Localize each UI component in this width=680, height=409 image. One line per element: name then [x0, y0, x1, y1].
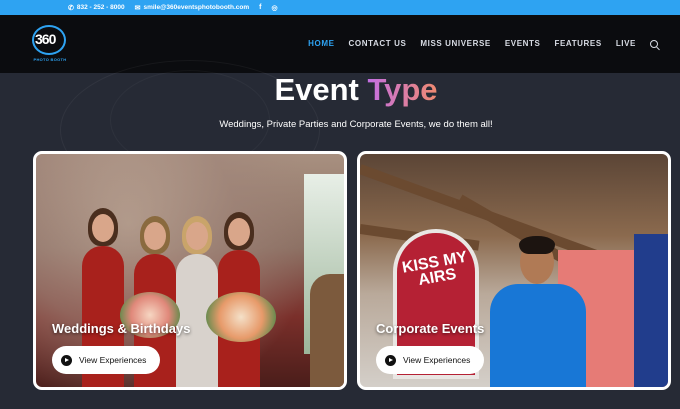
facebook-icon[interactable]: f [259, 4, 261, 11]
section-title: Event Type [0, 72, 680, 108]
top-bar: ✆ 832 - 252 - 8000 ✉ smile@360eventsphot… [0, 0, 680, 15]
phone-contact[interactable]: ✆ 832 - 252 - 8000 [68, 4, 125, 12]
nav-home[interactable]: HOME [308, 39, 334, 48]
mail-icon: ✉ [134, 4, 141, 12]
nav-live[interactable]: LIVE [616, 39, 636, 48]
sign-text: KISS MY AIRS [400, 248, 469, 290]
nav-miss-universe[interactable]: MISS UNIVERSE [420, 39, 490, 48]
photo-person-hair [519, 236, 555, 254]
email-address: smile@360eventsphotobooth.com [143, 4, 250, 11]
nav-events[interactable]: EVENTS [505, 39, 541, 48]
section-subtitle: Weddings, Private Parties and Corporate … [219, 119, 493, 130]
button-label: View Experiences [79, 355, 147, 365]
photo-bouquet [206, 292, 276, 342]
play-icon [61, 354, 72, 366]
photo-person [490, 284, 586, 387]
instagram-icon[interactable]: ◎ [271, 4, 277, 12]
button-label: View Experiences [403, 355, 471, 365]
title-main: Event [274, 72, 359, 107]
phone-icon: ✆ [68, 4, 74, 12]
nav-features[interactable]: FEATURES [554, 39, 601, 48]
logo-tagline: PHOTO BOOTH [33, 57, 67, 62]
search-icon[interactable] [650, 39, 658, 48]
view-experiences-button[interactable]: View Experiences [52, 346, 160, 374]
logo[interactable]: 360 PHOTO BOOTH [30, 25, 68, 63]
nav-contact-us[interactable]: CONTACT US [349, 39, 407, 48]
card-weddings[interactable]: Weddings & Birthdays View Experiences [33, 151, 347, 390]
card-corporate[interactable]: KISS MY AIRS Corporate Events View Exper… [357, 151, 671, 390]
card-title: Corporate Events [376, 321, 485, 336]
card-title: Weddings & Birthdays [52, 321, 191, 336]
play-icon [385, 354, 396, 366]
view-experiences-button[interactable]: View Experiences [376, 346, 484, 374]
email-contact[interactable]: ✉ smile@360eventsphotobooth.com [135, 4, 250, 12]
title-accent: Type [367, 72, 438, 107]
photo-wall [634, 234, 668, 387]
photo-door [310, 274, 344, 387]
logo-number: 360 [35, 31, 56, 47]
phone-number: 832 - 252 - 8000 [76, 4, 125, 11]
site-header: 360 PHOTO BOOTH HOME CONTACT US MISS UNI… [0, 15, 680, 73]
main-nav: HOME CONTACT US MISS UNIVERSE EVENTS FEA… [308, 39, 658, 48]
